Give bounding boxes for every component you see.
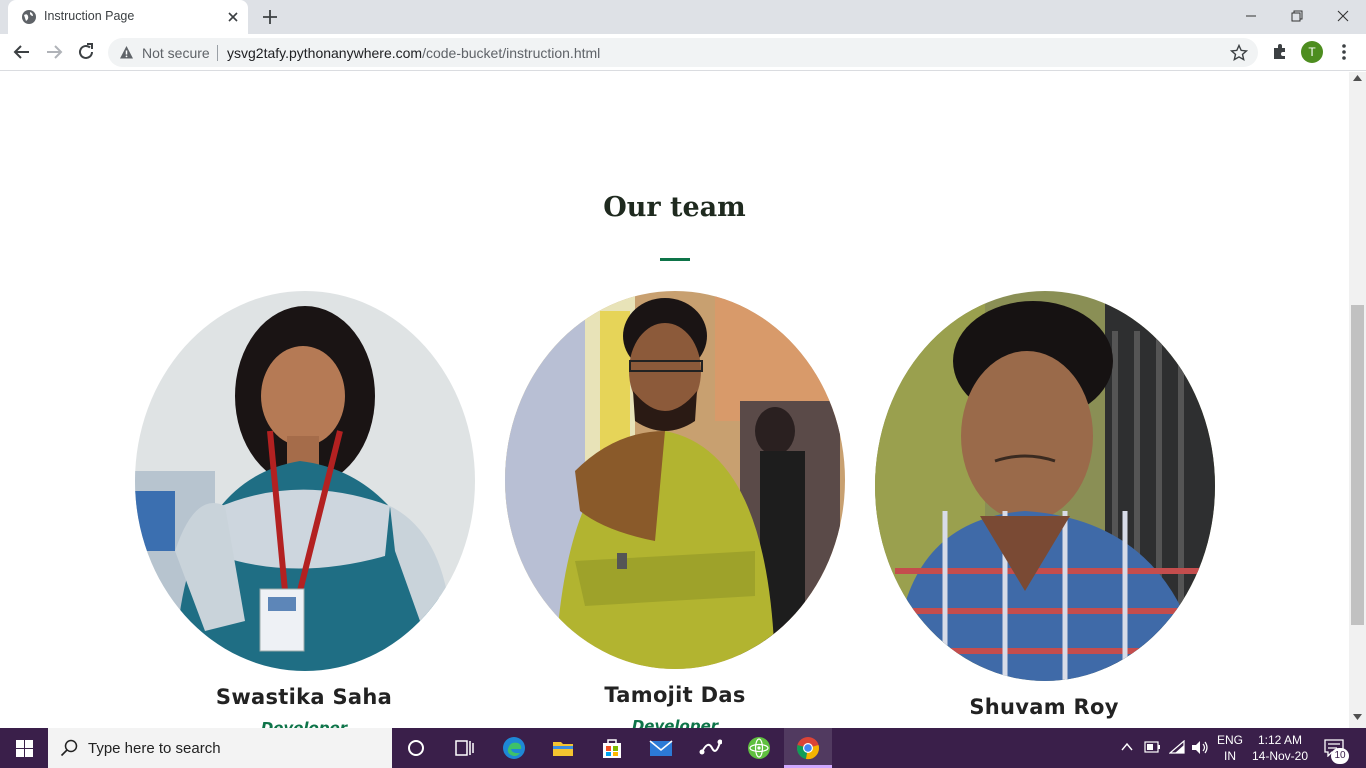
globe-icon (22, 10, 36, 24)
wifi-icon[interactable] (1169, 740, 1185, 754)
region-code[interactable]: IN (1212, 749, 1248, 763)
file-explorer-icon[interactable] (539, 728, 587, 768)
notification-badge: 10 (1331, 748, 1349, 764)
minimize-button[interactable] (1228, 0, 1274, 32)
new-tab-icon[interactable] (258, 6, 282, 28)
member-name: Tamojit Das (604, 683, 746, 707)
reload-icon[interactable] (74, 40, 98, 64)
member-role: Developer (631, 717, 719, 728)
more-vert-icon[interactable] (1336, 42, 1352, 62)
taskbar-search[interactable]: Type here to search (48, 728, 392, 768)
warning-icon[interactable] (119, 45, 134, 60)
tab-title: Instruction Page (44, 9, 135, 23)
edge-icon[interactable] (490, 728, 538, 768)
atom-icon[interactable] (735, 728, 783, 768)
cortana-circle-icon (408, 740, 424, 756)
shopping-bag-icon (603, 739, 621, 758)
profile-avatar[interactable]: T (1301, 41, 1323, 63)
search-placeholder: Type here to search (88, 740, 221, 757)
url-host: ysvg2tafy.pythonanywhere.com (227, 45, 423, 61)
scroll-up-arrow-icon[interactable] (1353, 75, 1362, 81)
restore-button[interactable] (1274, 0, 1320, 32)
language-code[interactable]: ENG (1212, 733, 1248, 747)
chrome-icon[interactable] (784, 728, 832, 768)
close-tab-icon[interactable] (224, 8, 242, 26)
member-name: Swastika Saha (215, 685, 393, 709)
page-scrollbar[interactable] (1349, 72, 1366, 728)
task-view-glyph-icon (455, 740, 474, 756)
clock-time[interactable]: 1:12 AM (1248, 733, 1312, 747)
scrollbar-thumb[interactable] (1351, 305, 1364, 625)
title-underline (660, 258, 690, 261)
browser-toolbar: Not secure ysvg2tafy.pythonanywhere.com/… (0, 34, 1366, 71)
divider (217, 45, 218, 61)
extensions-puzzle-icon[interactable] (1270, 42, 1290, 62)
bookmark-star-icon[interactable] (1230, 44, 1248, 62)
vs-code-icon[interactable] (686, 728, 734, 768)
section-title: Our team (603, 192, 746, 223)
member-photo (135, 291, 475, 671)
envelope-icon (649, 740, 673, 756)
start-button[interactable] (0, 728, 48, 768)
restore-icon (1291, 10, 1303, 22)
chevron-up-icon[interactable] (1121, 742, 1133, 752)
member-photo (505, 291, 845, 669)
member-name: Shuvam Roy (969, 695, 1119, 719)
close-icon (1337, 10, 1349, 22)
close-window-button[interactable] (1320, 0, 1366, 32)
minimize-icon (1246, 15, 1256, 17)
chrome-logo-icon (797, 737, 819, 760)
page-viewport: Our team Swastika Saha Developer Tamojit… (0, 72, 1349, 728)
atom-logo-icon (748, 737, 770, 759)
security-label[interactable]: Not secure (142, 45, 210, 61)
person-photo-icon (875, 291, 1215, 681)
windows-taskbar: Type here to search ENG IN 1:12 AM 14-No… (0, 728, 1366, 768)
clock-date[interactable]: 14-Nov-20 (1248, 749, 1312, 763)
address-bar[interactable]: Not secure ysvg2tafy.pythonanywhere.com/… (108, 38, 1258, 67)
code-editor-icon (699, 739, 722, 755)
scroll-down-arrow-icon[interactable] (1353, 714, 1362, 720)
person-photo-icon (135, 291, 475, 671)
store-icon[interactable] (588, 728, 636, 768)
person-photo-icon (505, 291, 845, 669)
tab-strip: Instruction Page (0, 0, 1366, 34)
member-photo (875, 291, 1215, 681)
task-view-icon[interactable] (440, 728, 488, 768)
member-role: Developer (260, 719, 348, 728)
battery-icon[interactable] (1144, 741, 1162, 753)
mail-icon[interactable] (637, 728, 685, 768)
forward-arrow-icon[interactable] (42, 40, 66, 64)
edge-logo-icon (503, 737, 525, 759)
url-path: /code-bucket/instruction.html (422, 45, 601, 61)
windows-logo-icon (16, 740, 33, 757)
folder-icon (553, 742, 573, 756)
tab-instruction-page[interactable]: Instruction Page (8, 0, 248, 34)
volume-icon[interactable] (1191, 740, 1209, 755)
back-arrow-icon[interactable] (10, 40, 34, 64)
url-text[interactable]: ysvg2tafy.pythonanywhere.com/code-bucket… (227, 45, 600, 61)
search-icon (60, 739, 78, 757)
cortana-icon[interactable] (392, 728, 440, 768)
